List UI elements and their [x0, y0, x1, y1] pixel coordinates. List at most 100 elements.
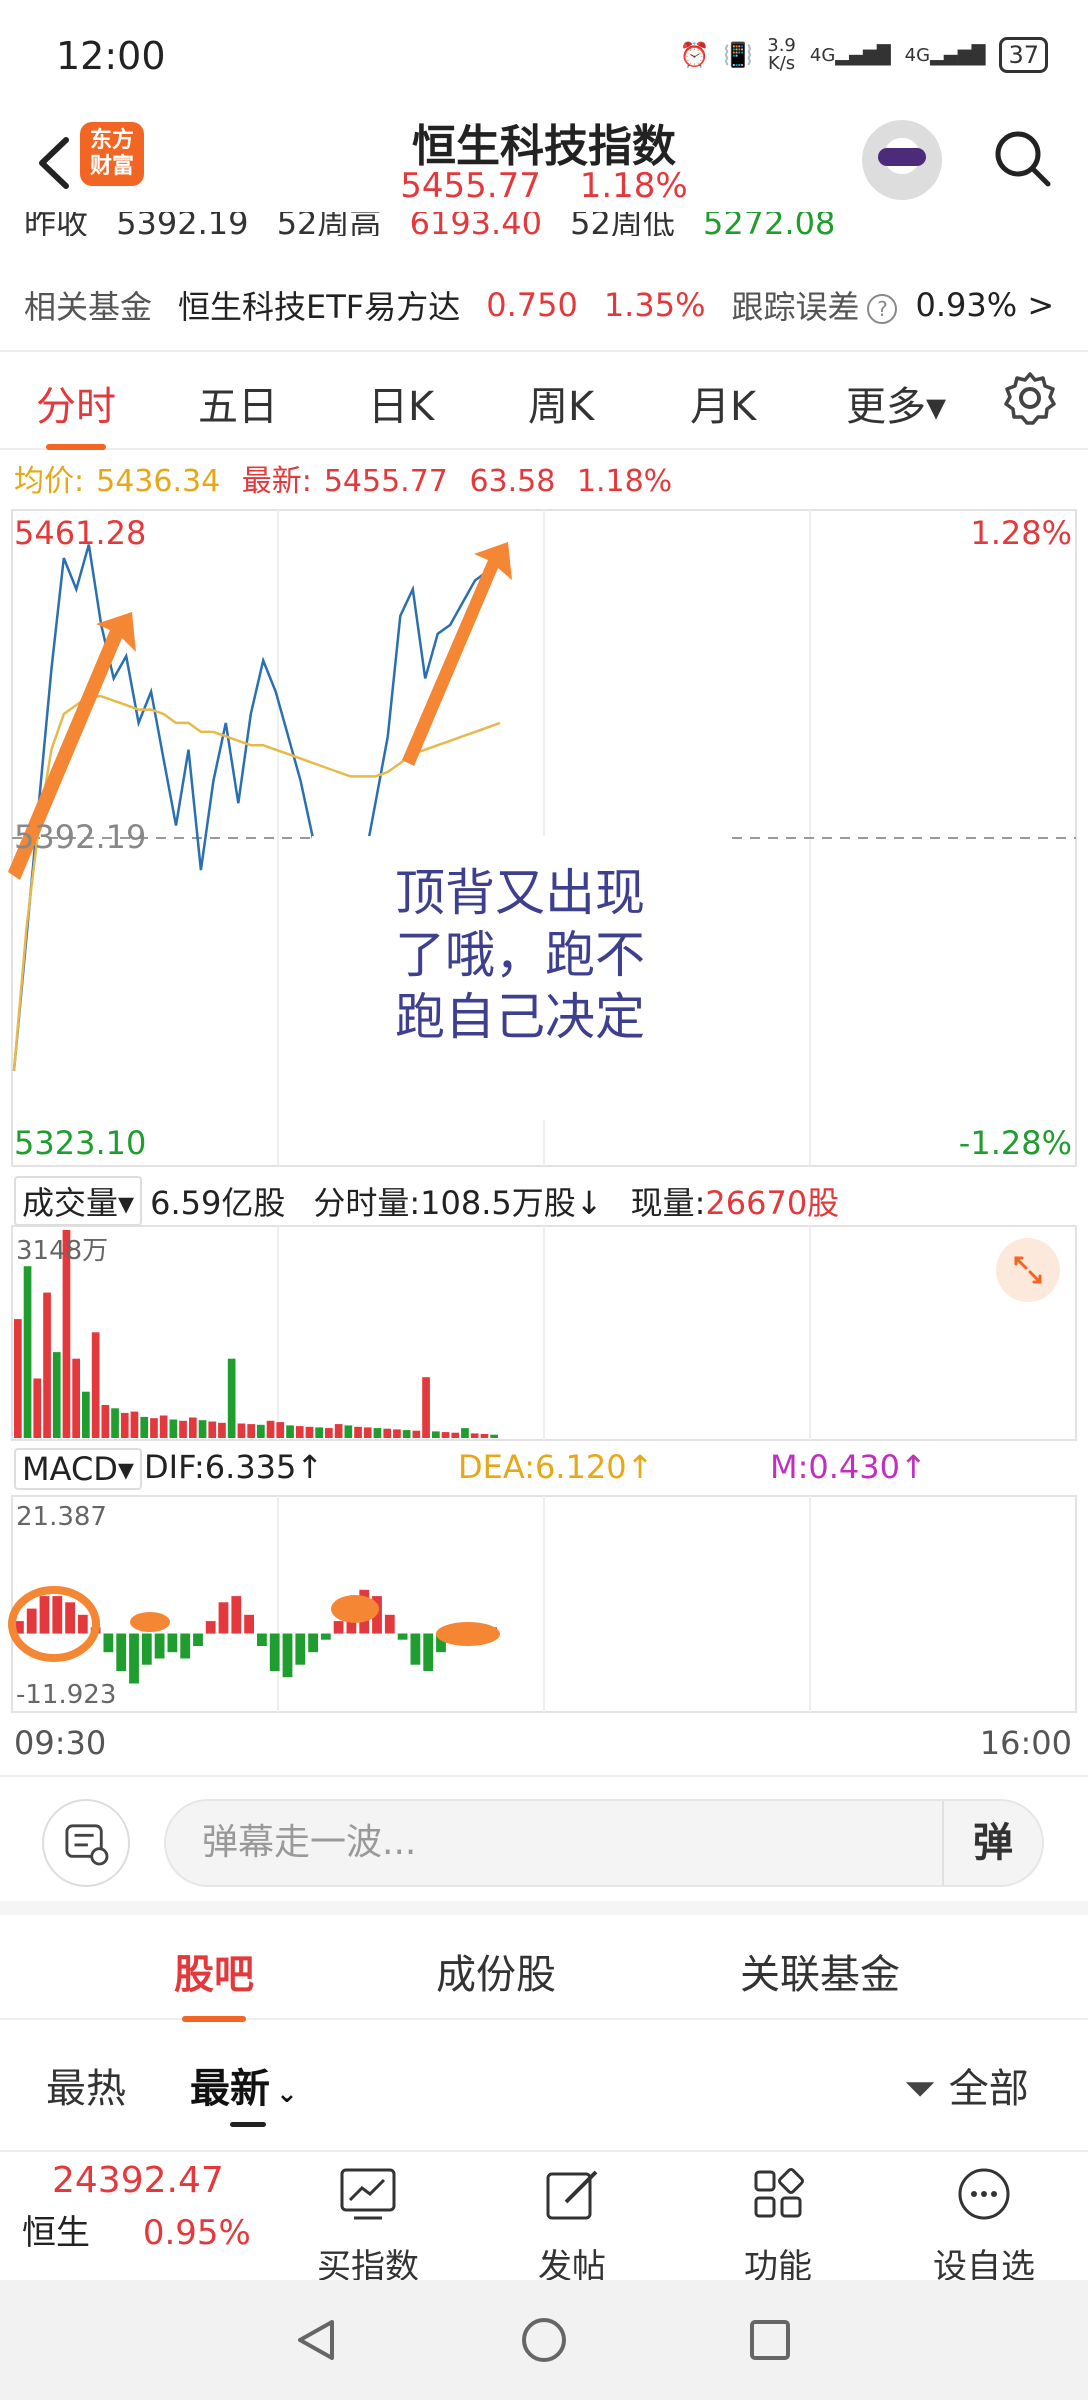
macd-bar — [295, 1633, 306, 1665]
sort-hot[interactable]: 最热 — [46, 2056, 126, 2114]
functions-button[interactable]: 功能 — [698, 2166, 858, 2288]
gear-icon[interactable] — [1002, 370, 1058, 426]
macd-dropdown[interactable]: MACD▾ — [14, 1448, 142, 1490]
vibrate-icon: 📳 — [723, 41, 754, 69]
volume-bar — [189, 1417, 197, 1438]
macd-bar — [116, 1633, 127, 1671]
help-icon[interactable]: ? — [867, 294, 898, 324]
chart-period-tabs: 分时 五日 日K 周K 月K 更多▾ — [0, 350, 1088, 450]
user-annotation: 顶背又出现 了哦，跑不 跑自己决定 — [395, 864, 645, 1046]
macd-bar — [39, 1596, 50, 1634]
volume-bar — [218, 1422, 226, 1438]
tab-five-day[interactable]: 五日 — [198, 374, 278, 432]
time-start: 09:30 — [14, 1724, 107, 1762]
volume-bar — [43, 1292, 51, 1438]
volume-bar — [305, 1426, 314, 1438]
macd-bar — [423, 1633, 434, 1671]
macd-bar — [65, 1602, 75, 1634]
filter-all[interactable]: ⏷ 全部 — [904, 2056, 1029, 2114]
y-axis-top-price: 5461.28 — [14, 514, 147, 552]
volume-bar — [461, 1428, 469, 1438]
volume-bar — [237, 1423, 246, 1438]
tab-monthly-k[interactable]: 月K — [690, 374, 756, 432]
hs-index-ticker[interactable]: 24392.47 恒生 0.95% — [22, 2160, 262, 2254]
volume-bar — [470, 1433, 479, 1438]
chevron-right-icon[interactable]: > — [1027, 286, 1054, 324]
macd-bar — [320, 1633, 331, 1640]
macd-m: M:0.430↑ — [770, 1448, 927, 1486]
tracking-error-value: 0.93% > — [915, 286, 1055, 324]
macd-bar — [129, 1633, 139, 1684]
latest-change: 63.58 — [469, 464, 556, 499]
fund-pct: 1.35% — [603, 286, 706, 324]
macd-bar — [103, 1633, 114, 1653]
tab-daily-k[interactable]: 日K — [368, 374, 434, 432]
danmaku-bar: 弹幕走一波... 弹 — [0, 1775, 1088, 1915]
nav-back-icon[interactable] — [292, 2316, 340, 2364]
intraday-chart[interactable] — [0, 500, 1088, 1760]
y-axis-bottom-pct: -1.28% — [958, 1124, 1072, 1162]
y-axis-top-pct: 1.28% — [970, 514, 1072, 552]
volume-bar — [480, 1434, 489, 1438]
volume-bar — [179, 1420, 187, 1438]
macd-bar — [154, 1633, 165, 1659]
header-price: 5455.77 — [400, 166, 541, 206]
danmaku-toggle-button[interactable]: 弹 — [942, 1801, 1042, 1885]
volume-bar — [52, 1352, 61, 1438]
volume-bar — [120, 1412, 129, 1438]
macd-bar — [205, 1621, 216, 1634]
tab-guba[interactable]: 股吧 — [174, 1942, 254, 2022]
filter-icon: ⏷ — [904, 2066, 936, 2112]
volume-bar — [169, 1419, 178, 1438]
volume-bar — [33, 1378, 42, 1438]
avg-price: 5436.34 — [96, 464, 221, 499]
nav-recents-icon[interactable] — [746, 2316, 794, 2364]
volume-bar — [276, 1422, 285, 1438]
volume-bar — [159, 1415, 168, 1438]
hs-index-pct: 0.95% — [142, 2213, 251, 2253]
danmaku-input[interactable]: 弹幕走一波... 弹 — [164, 1799, 1044, 1887]
search-icon[interactable] — [990, 126, 1054, 190]
tab-more[interactable]: 更多▾ — [846, 374, 946, 432]
volume-dropdown[interactable]: 成交量▾ — [14, 1176, 143, 1226]
macd-bar — [180, 1633, 191, 1659]
volume-total: 6.59亿股 — [150, 1184, 286, 1222]
status-bar: 12:00 ⏰ 📳 3.9 K/s 4G▂▄▆█ 4G▂▄▆█ 37 — [0, 0, 1088, 110]
macd-bar — [384, 1614, 395, 1634]
fund-price: 0.750 — [486, 286, 578, 324]
volume-bar — [72, 1358, 80, 1438]
volume-bar — [383, 1428, 392, 1438]
related-fund-row[interactable]: 相关基金 恒生科技ETF易方达 0.750 1.35% 跟踪误差? 0.93% … — [0, 270, 1088, 340]
battery-icon: 37 — [999, 37, 1048, 73]
post-sort-row: 最热 最新 ⌄ ⏷ 全部 — [0, 2030, 1088, 2150]
volume-bar — [247, 1424, 255, 1438]
current-volume: 现量:26670股 — [630, 1184, 840, 1222]
sort-latest[interactable]: 最新 ⌄ — [190, 2056, 298, 2114]
minute-volume: 分时量:108.5万股↓ — [313, 1184, 603, 1222]
tab-weekly-k[interactable]: 周K — [528, 374, 594, 432]
expand-icon[interactable] — [996, 1238, 1060, 1302]
tab-intraday[interactable]: 分时 — [36, 374, 116, 450]
volume-bar — [490, 1434, 498, 1438]
nav-home-icon[interactable] — [520, 2316, 568, 2364]
fund-name[interactable]: 恒生科技ETF易方达 — [178, 282, 460, 328]
macd-bar — [193, 1633, 203, 1646]
macd-bar — [308, 1633, 318, 1653]
tab-related-funds[interactable]: 关联基金 — [740, 1942, 900, 2000]
android-nav-bar — [0, 2280, 1088, 2400]
danmaku-settings-icon[interactable] — [42, 1799, 130, 1887]
net-speed: 3.9 K/s — [767, 35, 796, 74]
volume-bar — [325, 1428, 333, 1438]
macd-bar — [282, 1633, 293, 1678]
volume-max-label: 3148万 — [16, 1236, 109, 1266]
post-button[interactable]: 发帖 — [492, 2166, 652, 2288]
add-watchlist-button[interactable]: 设自选 — [904, 2166, 1064, 2288]
volume-bar — [344, 1425, 353, 1438]
time-axis: 09:30 16:00 — [0, 1720, 1088, 1770]
buy-index-button[interactable]: 买指数 — [288, 2166, 448, 2288]
macd-bar — [77, 1614, 88, 1634]
assistant-robot-icon[interactable] — [862, 120, 942, 200]
tab-constituents[interactable]: 成份股 — [436, 1942, 556, 2000]
volume-bar — [257, 1424, 265, 1438]
header-change-pct: 1.18% — [579, 166, 688, 206]
